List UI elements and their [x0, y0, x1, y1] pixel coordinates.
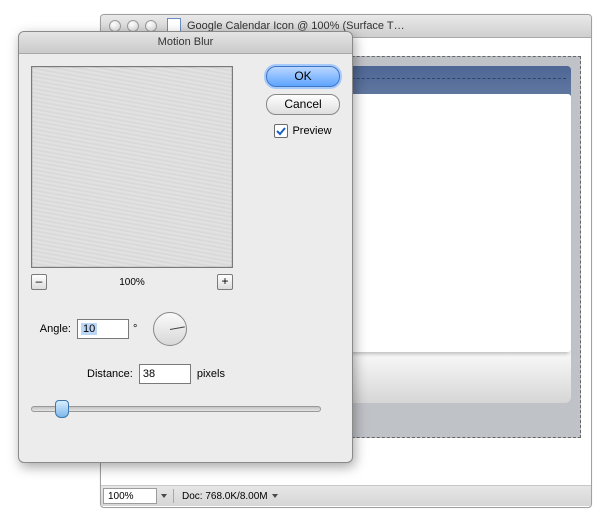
slider-thumb[interactable]	[55, 400, 69, 418]
angle-dial[interactable]	[153, 312, 187, 346]
checkmark-icon	[276, 126, 286, 136]
preview-checkbox-row[interactable]: Preview	[274, 124, 331, 138]
zoom-out-button[interactable]: –	[31, 274, 47, 290]
doc-size-label: Doc: 768.0K/8.00M	[182, 491, 268, 502]
zoom-in-button[interactable]: +	[217, 274, 233, 290]
angle-input[interactable]: 10	[77, 319, 129, 339]
status-bar: 100% Doc: 768.0K/8.00M	[101, 485, 591, 506]
degree-symbol: °	[133, 323, 137, 335]
effect-preview[interactable]	[31, 66, 233, 268]
cancel-button[interactable]: Cancel	[266, 94, 340, 115]
angle-label: Angle:	[31, 323, 71, 335]
dialog-title: Motion Blur	[19, 32, 352, 54]
distance-input[interactable]: 38	[139, 364, 191, 384]
zoom-dropdown-icon[interactable]	[161, 494, 167, 498]
preview-checkbox[interactable]	[274, 124, 288, 138]
distance-label: Distance:	[87, 368, 133, 380]
motion-blur-dialog: Motion Blur – 100% + OK Cancel Preview A	[18, 31, 353, 463]
distance-slider[interactable]	[31, 398, 321, 416]
ok-button[interactable]: OK	[266, 66, 340, 87]
slider-track	[31, 406, 321, 412]
preview-zoom-label: 100%	[119, 277, 145, 288]
docsize-dropdown-icon[interactable]	[272, 494, 278, 498]
zoom-field[interactable]: 100%	[103, 488, 157, 504]
separator	[173, 489, 174, 503]
preview-checkbox-label: Preview	[292, 125, 331, 137]
angle-needle	[170, 326, 185, 330]
zoom-value: 100%	[108, 491, 134, 502]
distance-unit: pixels	[197, 368, 225, 380]
